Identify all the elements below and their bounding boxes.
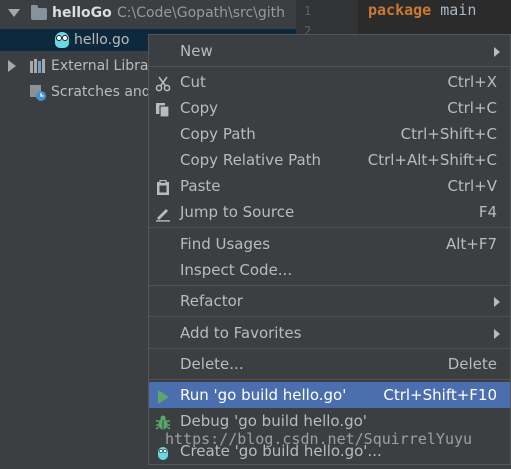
menu-item-shortcut: Alt+F7 <box>445 235 497 253</box>
scratches-label: Scratches and <box>51 84 151 100</box>
menu-item-label: Refactor <box>180 292 243 310</box>
menu-item-inspect-code[interactable]: Inspect Code... <box>149 257 510 283</box>
code-line-1: package main <box>368 1 476 19</box>
menu-item-delete[interactable]: Delete... Delete <box>149 351 510 377</box>
menu-item-label: Paste <box>180 177 221 195</box>
menu-item-label: Copy <box>180 99 219 117</box>
run-icon <box>155 387 171 404</box>
menu-item-label: Copy Relative Path <box>180 151 322 169</box>
menu-item-label: Jump to Source <box>180 203 295 221</box>
scratches-icon <box>29 84 46 101</box>
menu-separator <box>149 227 510 228</box>
copy-icon <box>155 100 171 118</box>
pencil-icon <box>155 204 171 222</box>
submenu-arrow-icon <box>494 47 500 57</box>
menu-item-new[interactable]: New <box>149 38 510 64</box>
project-path: C:\Code\Gopath\src\gith <box>117 5 286 21</box>
menu-item-label: Find Usages <box>180 235 271 253</box>
menu-item-create[interactable]: Create 'go build hello.go'... <box>149 438 510 464</box>
menu-separator <box>149 285 510 286</box>
menu-item-shortcut: Ctrl+Alt+Shift+C <box>367 151 497 169</box>
menu-item-label: Delete... <box>180 355 244 373</box>
go-file-icon <box>55 32 69 48</box>
menu-item-cut[interactable]: Cut Ctrl+X <box>149 69 510 95</box>
menu-item-shortcut: Ctrl+X <box>447 73 497 91</box>
menu-item-copy[interactable]: Copy Ctrl+C <box>149 95 510 121</box>
clipboard-icon <box>155 178 171 195</box>
menu-item-add-to-favorites[interactable]: Add to Favorites <box>149 320 510 346</box>
menu-item-paste[interactable]: Paste Ctrl+V <box>149 173 510 199</box>
code-identifier: main <box>440 1 477 19</box>
context-menu: New Cut Ctrl+X Copy Ctrl+C Copy Path Ctr… <box>148 34 511 465</box>
submenu-arrow-icon <box>494 329 500 339</box>
line-number: 1 <box>304 4 312 18</box>
menu-item-label: Add to Favorites <box>180 324 302 342</box>
bug-icon <box>155 413 171 430</box>
file-name: hello.go <box>74 32 130 48</box>
menu-item-jump-to-source[interactable]: Jump to Source F4 <box>149 199 510 225</box>
menu-item-label: New <box>180 42 213 60</box>
menu-item-label: Copy Path <box>180 125 256 143</box>
menu-item-label: Run 'go build hello.go' <box>180 386 347 404</box>
libraries-icon <box>30 59 46 73</box>
submenu-arrow-icon <box>494 297 500 307</box>
go-file-icon <box>155 443 171 460</box>
menu-item-label: Inspect Code... <box>180 261 293 279</box>
menu-item-label: Cut <box>180 73 206 91</box>
expand-arrow-icon[interactable] <box>8 9 20 17</box>
menu-item-copy-relative-path[interactable]: Copy Relative Path Ctrl+Alt+Shift+C <box>149 147 510 173</box>
menu-separator <box>149 379 510 380</box>
menu-item-find-usages[interactable]: Find Usages Alt+F7 <box>149 231 510 257</box>
menu-item-shortcut: Delete <box>447 355 497 373</box>
menu-item-shortcut: F4 <box>478 203 497 221</box>
menu-separator <box>149 348 510 349</box>
external-libraries-label: External Libra <box>51 58 149 74</box>
collapse-arrow-icon[interactable] <box>8 60 16 72</box>
menu-item-refactor[interactable]: Refactor <box>149 288 510 314</box>
menu-item-label: Debug 'go build hello.go' <box>180 412 367 430</box>
menu-item-shortcut: Ctrl+C <box>447 99 497 117</box>
menu-item-run[interactable]: Run 'go build hello.go' Ctrl+Shift+F10 <box>149 382 510 408</box>
menu-item-shortcut: Ctrl+Shift+C <box>400 125 497 143</box>
menu-separator <box>149 316 510 317</box>
folder-icon <box>31 5 47 20</box>
scissors-icon <box>155 74 171 92</box>
menu-item-label: Create 'go build hello.go'... <box>180 442 382 460</box>
menu-separator <box>149 66 510 67</box>
menu-item-shortcut: Ctrl+V <box>447 177 497 195</box>
menu-item-shortcut: Ctrl+Shift+F10 <box>383 386 497 404</box>
menu-item-debug[interactable]: Debug 'go build hello.go' <box>149 408 510 434</box>
code-keyword: package <box>368 1 432 19</box>
project-name: helloGo <box>52 5 112 21</box>
menu-item-copy-path[interactable]: Copy Path Ctrl+Shift+C <box>149 121 510 147</box>
